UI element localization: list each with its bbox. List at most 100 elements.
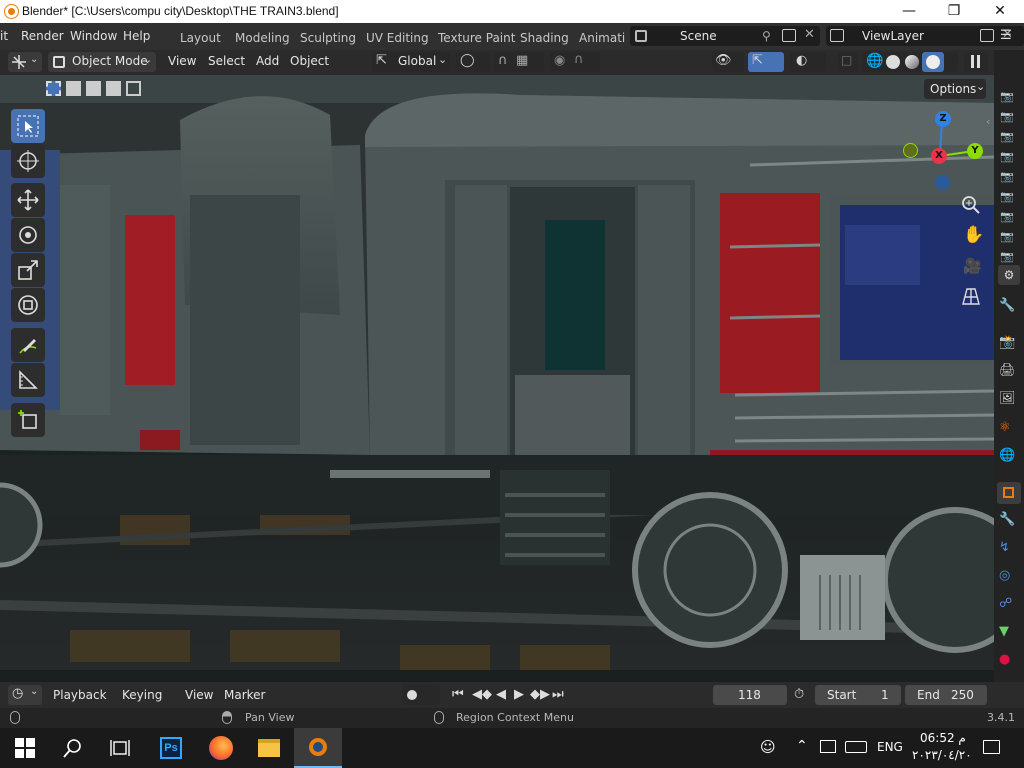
- transform-orientation-selector[interactable]: ⇱ Global ⌄: [372, 52, 450, 72]
- blender-taskbar-icon[interactable]: [294, 728, 342, 768]
- constraints-properties-tab[interactable]: ☍: [999, 596, 1012, 611]
- camera-restrict-icon[interactable]: 📷: [1000, 210, 1014, 223]
- auto-keying-toggle[interactable]: [402, 685, 440, 705]
- menu-view[interactable]: View: [168, 54, 196, 68]
- measure-tool[interactable]: [11, 363, 45, 397]
- menu-edit[interactable]: it: [0, 29, 8, 43]
- minimize-button[interactable]: —: [886, 0, 932, 23]
- axis-z-handle[interactable]: Z: [935, 111, 951, 127]
- shading-modes[interactable]: 🌐: [862, 52, 958, 72]
- select-extend-icon[interactable]: [66, 81, 81, 96]
- scene-properties-tab[interactable]: ⚛: [999, 420, 1011, 435]
- pan-button[interactable]: ✋: [958, 223, 984, 249]
- camera-restrict-icon[interactable]: 📷: [1000, 90, 1014, 103]
- start-button[interactable]: [0, 728, 48, 768]
- pin-icon[interactable]: ⚲: [762, 29, 771, 43]
- mode-selector[interactable]: Object Mode ⌄: [48, 52, 156, 72]
- rotate-tool[interactable]: [11, 218, 45, 252]
- prev-keyframe-icon[interactable]: ◀◆: [472, 687, 492, 702]
- pivot-point-selector[interactable]: ◯: [456, 52, 490, 72]
- camera-view-button[interactable]: 🎥: [958, 254, 984, 280]
- particles-properties-tab[interactable]: ↯: [999, 540, 1010, 555]
- xray-toggle[interactable]: □: [838, 52, 858, 72]
- 3d-viewport[interactable]: Options ⌄ Z X Y ✋ 🎥 ‹: [0, 75, 994, 682]
- visibility-selector[interactable]: 👁: [712, 52, 744, 72]
- add-cube-tool[interactable]: [11, 403, 45, 437]
- snap-selector[interactable]: ∩ ▦: [494, 52, 544, 72]
- material-shading-icon[interactable]: [905, 55, 919, 69]
- network-icon[interactable]: [820, 740, 836, 753]
- stopwatch-icon[interactable]: ⏱: [794, 687, 804, 702]
- camera-restrict-icon[interactable]: 📷: [1000, 110, 1014, 123]
- menu-object[interactable]: Object: [290, 54, 329, 68]
- cursor-tool[interactable]: [11, 144, 45, 178]
- jump-end-icon[interactable]: ⏭: [552, 687, 564, 702]
- start-frame-field[interactable]: Start 1: [815, 685, 901, 705]
- tool-properties-tab[interactable]: ⚙: [998, 265, 1020, 285]
- menu-marker[interactable]: Marker: [224, 688, 265, 702]
- modifier-properties-tab[interactable]: 🔧: [999, 512, 1015, 527]
- annotate-tool[interactable]: [11, 328, 45, 362]
- menu-select[interactable]: Select: [208, 54, 245, 68]
- menu-add[interactable]: Add: [256, 54, 279, 68]
- tab-uv-editing[interactable]: UV Editing: [366, 31, 429, 45]
- viewlayer-selector[interactable]: ViewLayer ✕: [826, 26, 1024, 46]
- view-layer-tab[interactable]: 🖼: [999, 391, 1016, 406]
- photoshop-taskbar-icon[interactable]: Ps: [146, 728, 194, 768]
- camera-restrict-icon[interactable]: 📷: [1000, 130, 1014, 143]
- play-reverse-icon[interactable]: ◀: [496, 687, 506, 702]
- output-properties-tab[interactable]: 🖨: [999, 363, 1016, 378]
- tab-sculpting[interactable]: Sculpting: [300, 31, 356, 45]
- chevron-up-icon[interactable]: ⌃: [796, 738, 808, 754]
- filter-icon[interactable]: ☰: [1000, 28, 1012, 43]
- camera-restrict-icon[interactable]: 📷: [1000, 250, 1014, 263]
- axis-neg-y-handle[interactable]: [903, 143, 918, 158]
- tab-animation[interactable]: Animati: [579, 31, 625, 45]
- material-properties-tab[interactable]: ●: [999, 652, 1010, 667]
- task-view-button[interactable]: [96, 728, 144, 768]
- transform-tool[interactable]: [11, 288, 45, 322]
- keyboard-icon[interactable]: [845, 741, 867, 753]
- proportional-editing-selector[interactable]: ◉ ∩: [550, 52, 600, 72]
- select-new-icon[interactable]: [46, 81, 61, 96]
- render-properties-tab[interactable]: 📸: [999, 335, 1015, 350]
- maximize-button[interactable]: ❐: [931, 0, 977, 23]
- new-viewlayer-icon[interactable]: [980, 29, 994, 42]
- tab-texture-paint[interactable]: Texture Paint: [438, 31, 515, 45]
- object-properties-tab[interactable]: [997, 482, 1021, 504]
- axis-x-handle[interactable]: X: [931, 148, 947, 164]
- language-indicator[interactable]: ENG: [877, 740, 903, 754]
- notifications-icon[interactable]: [983, 740, 1000, 754]
- next-keyframe-icon[interactable]: ◆▶: [530, 687, 550, 702]
- clock-time[interactable]: 06:52 م: [920, 731, 966, 745]
- camera-restrict-icon[interactable]: 📷: [1000, 170, 1014, 183]
- new-scene-icon[interactable]: [782, 29, 796, 42]
- play-icon[interactable]: ▶: [514, 687, 524, 702]
- file-explorer-taskbar-icon[interactable]: [244, 728, 292, 768]
- scale-tool[interactable]: [11, 253, 45, 287]
- firefox-taskbar-icon[interactable]: [196, 728, 244, 768]
- editor-type-button[interactable]: ⌄: [8, 52, 42, 72]
- wrench-tools-tab[interactable]: 🔧: [999, 298, 1015, 313]
- close-button[interactable]: ✕: [977, 0, 1023, 23]
- tab-modeling[interactable]: Modeling: [235, 31, 290, 45]
- menu-view-timeline[interactable]: View: [185, 688, 213, 702]
- move-tool[interactable]: [11, 183, 45, 217]
- select-subtract-icon[interactable]: [86, 81, 101, 96]
- delete-scene-icon[interactable]: ✕: [804, 27, 815, 42]
- gizmo-toggle[interactable]: ⇱: [748, 52, 784, 72]
- search-button[interactable]: [48, 728, 96, 768]
- axis-y-handle[interactable]: Y: [967, 143, 983, 159]
- camera-restrict-icon[interactable]: 📷: [1000, 190, 1014, 203]
- timeline-editor-type-button[interactable]: ◷ ⌄: [8, 685, 42, 705]
- tab-shading[interactable]: Shading: [520, 31, 569, 45]
- pause-render-button[interactable]: [964, 52, 988, 72]
- physics-properties-tab[interactable]: ◎: [999, 568, 1010, 583]
- current-frame-field[interactable]: 118: [713, 685, 787, 705]
- menu-render[interactable]: Render: [21, 29, 64, 43]
- world-properties-tab[interactable]: 🌐: [999, 448, 1015, 463]
- menu-keying[interactable]: Keying: [122, 688, 162, 702]
- clock-date[interactable]: ٢٠٢٣/٠٤/٢٠: [912, 748, 972, 762]
- perspective-toggle-button[interactable]: [958, 284, 984, 310]
- navigation-gizmo[interactable]: Z X Y: [896, 110, 992, 195]
